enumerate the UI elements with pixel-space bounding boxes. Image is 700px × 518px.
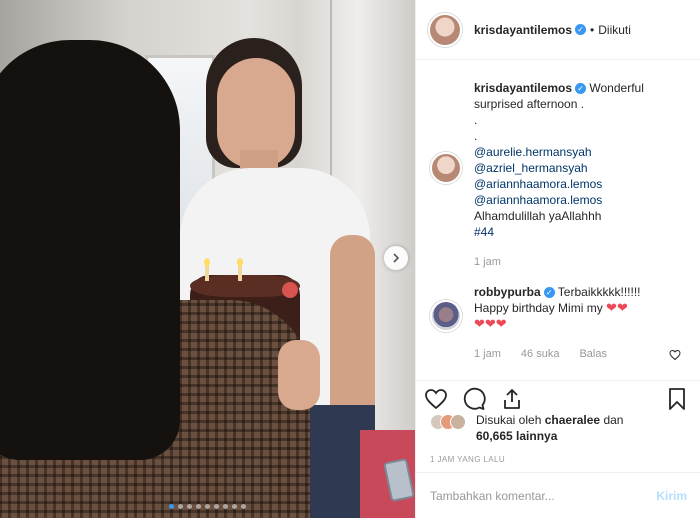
carousel-dot xyxy=(241,504,246,509)
comment-like-heart-icon[interactable] xyxy=(669,349,681,361)
comment-line: robbypurba ✓ Terbaikkkkk!!!!!! xyxy=(474,285,640,299)
comment-text-2: Happy birthday Mimi my xyxy=(474,301,603,315)
likes-text: Disukai oleh chaeralee dan 60,665 lainny… xyxy=(476,412,623,444)
caption-time: 1 jam xyxy=(474,254,689,270)
add-comment-bar: Kirim xyxy=(416,472,700,518)
post-date[interactable]: 1 JAM YANG LALU xyxy=(430,455,505,464)
comment-meta: 1 jam 46 suka Balas xyxy=(474,346,640,362)
carousel-dot xyxy=(223,504,228,509)
caption-author[interactable]: krisdayantilemos xyxy=(474,81,572,95)
caption-dot: . xyxy=(474,129,478,143)
caption-mention[interactable]: @azriel_hermansyah xyxy=(474,160,689,176)
caption-timestamp[interactable]: 1 jam xyxy=(474,254,501,270)
carousel-dot xyxy=(232,504,237,509)
caption-author-avatar[interactable] xyxy=(430,152,462,184)
comment-timestamp[interactable]: 1 jam xyxy=(474,346,501,362)
carousel-dot xyxy=(187,504,192,509)
comment-author[interactable]: robbypurba xyxy=(474,285,541,299)
author-avatar[interactable] xyxy=(428,12,462,47)
heart-emoji-icon: ❤❤ xyxy=(606,300,628,315)
comment-input[interactable] xyxy=(430,488,657,503)
caption: krisdayantilemos ✓ Wonderful surprised af… xyxy=(430,80,689,270)
likes-prefix: Disukai oleh xyxy=(476,413,542,427)
likes-joiner: dan xyxy=(603,413,624,427)
caption-hashtag[interactable]: #44 xyxy=(474,224,689,240)
caption-mention[interactable]: @ariannhaamora.lemos xyxy=(474,176,689,192)
post-comment-button[interactable]: Kirim xyxy=(656,489,687,503)
media-foreground-hand xyxy=(278,340,320,410)
save-bookmark-icon[interactable] xyxy=(665,387,689,411)
comment-bubble-icon[interactable] xyxy=(462,387,486,411)
comment-likes-count[interactable]: 46 suka xyxy=(521,346,560,362)
comments-list: krisdayantilemos ✓ Wonderful surprised af… xyxy=(416,60,700,380)
media-candle xyxy=(205,265,209,281)
verified-badge-icon: ✓ xyxy=(543,287,555,299)
verified-badge-icon: ✓ xyxy=(575,24,587,35)
caption-line-text: Alhamdulillah yaAllahhh xyxy=(474,209,602,223)
likes-user[interactable]: chaeralee xyxy=(545,413,600,427)
comment-item: robbypurba ✓ Terbaikkkkk!!!!!! Happy birt… xyxy=(430,284,689,362)
caption-mention[interactable]: @ariannhaamora.lemos xyxy=(474,192,689,208)
follow-status[interactable]: Diikuti xyxy=(598,23,631,37)
caption-line: krisdayantilemos ✓ Wonderful surprised af… xyxy=(474,81,644,111)
like-heart-icon[interactable] xyxy=(424,387,448,411)
carousel-dot xyxy=(169,504,174,509)
media-candle xyxy=(238,265,242,281)
caption-dot: . xyxy=(474,113,478,127)
post-media-video[interactable] xyxy=(0,0,415,518)
media-cake-strawberry xyxy=(282,282,298,298)
comment-body: robbypurba ✓ Terbaikkkkk!!!!!! Happy birt… xyxy=(474,284,640,362)
carousel-dot xyxy=(196,504,201,509)
heart-emoji-icon: ❤❤❤ xyxy=(474,316,507,331)
media-foreground-person-hair xyxy=(0,40,180,460)
carousel-dot xyxy=(205,504,210,509)
likes-count[interactable]: 60,665 lainnya xyxy=(476,429,557,443)
comment-reply-button[interactable]: Balas xyxy=(579,346,607,362)
post-header: krisdayantilemos ✓ • Diikuti xyxy=(416,0,700,60)
share-icon[interactable] xyxy=(500,387,524,411)
media-candle-flame xyxy=(237,258,243,267)
author-username[interactable]: krisdayantilemos xyxy=(474,23,572,37)
caption-body: krisdayantilemos ✓ Wonderful surprised af… xyxy=(474,80,689,270)
commenter-avatar[interactable] xyxy=(430,300,462,332)
post-sidebar: krisdayantilemos ✓ • Diikuti krisdayanti… xyxy=(415,0,700,518)
comment-text: Terbaikkkkk!!!!!! xyxy=(557,285,641,299)
carousel-next-button[interactable] xyxy=(384,246,408,270)
media-candle-flame xyxy=(204,258,210,267)
chevron-right-icon xyxy=(393,253,400,263)
liker-avatar[interactable] xyxy=(450,414,466,430)
verified-badge-icon: ✓ xyxy=(575,83,587,95)
carousel-dot xyxy=(214,504,219,509)
carousel-indicator xyxy=(0,504,415,509)
likes-summary: Disukai oleh chaeralee dan 60,665 lainny… xyxy=(430,412,623,444)
likers-avatars xyxy=(430,414,466,430)
carousel-dot xyxy=(178,504,183,509)
caption-mention[interactable]: @aurelie.hermansyah xyxy=(474,144,689,160)
header-separator: • xyxy=(590,22,595,37)
